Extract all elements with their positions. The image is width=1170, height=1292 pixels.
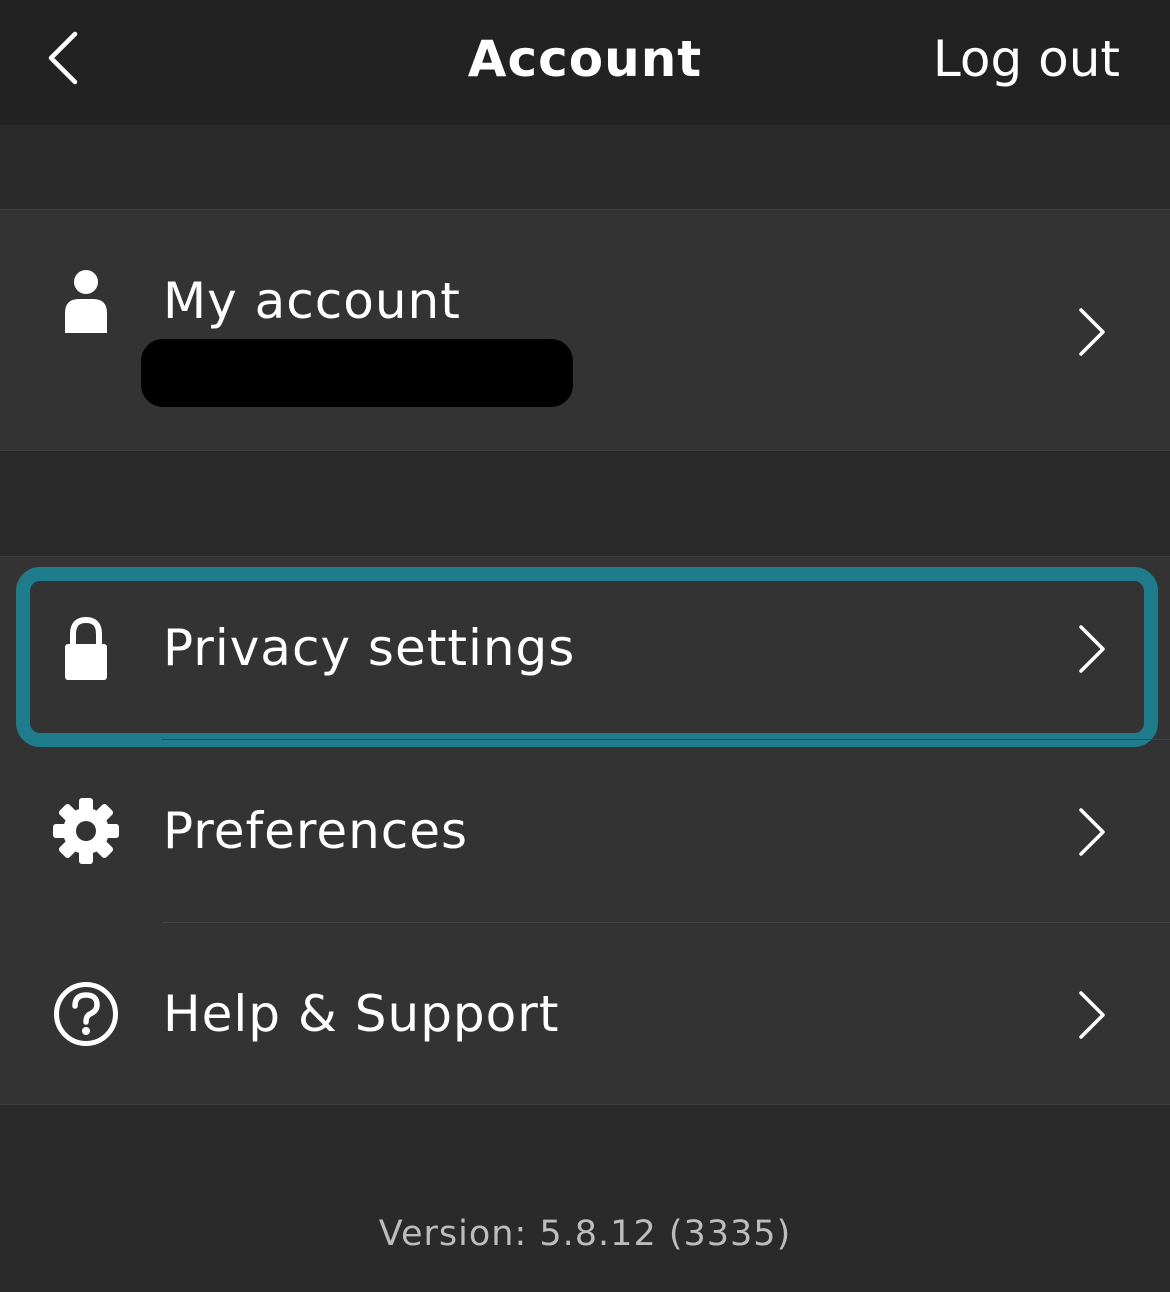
navigation-bar: Account Log out: [0, 0, 1170, 125]
settings-group: Privacy settings Preferences Help & Supp…: [0, 556, 1170, 1105]
account-screen: Account Log out My account Privacy setti…: [0, 0, 1170, 1292]
my-account-label: My account: [163, 272, 461, 330]
preferences-label: Preferences: [163, 802, 469, 860]
my-account-row[interactable]: My account: [0, 210, 1170, 450]
person-icon: [50, 268, 122, 334]
preferences-row[interactable]: Preferences: [0, 740, 1170, 922]
chevron-right-icon: [1070, 802, 1114, 862]
help-support-row[interactable]: Help & Support: [0, 923, 1170, 1104]
chevron-right-icon: [1070, 985, 1114, 1045]
logout-button[interactable]: Log out: [933, 28, 1120, 90]
account-group: My account: [0, 209, 1170, 451]
redacted-account-info: [141, 339, 573, 407]
chevron-right-icon: [1070, 619, 1114, 679]
version-label: Version: 5.8.12 (3335): [378, 1214, 792, 1254]
chevron-right-icon: [1070, 302, 1114, 362]
privacy-settings-label: Privacy settings: [163, 619, 576, 677]
question-circle-icon: [50, 981, 122, 1047]
help-support-label: Help & Support: [163, 985, 560, 1043]
lock-icon: [50, 615, 122, 681]
gear-icon: [50, 798, 122, 864]
privacy-settings-row[interactable]: Privacy settings: [0, 557, 1170, 747]
